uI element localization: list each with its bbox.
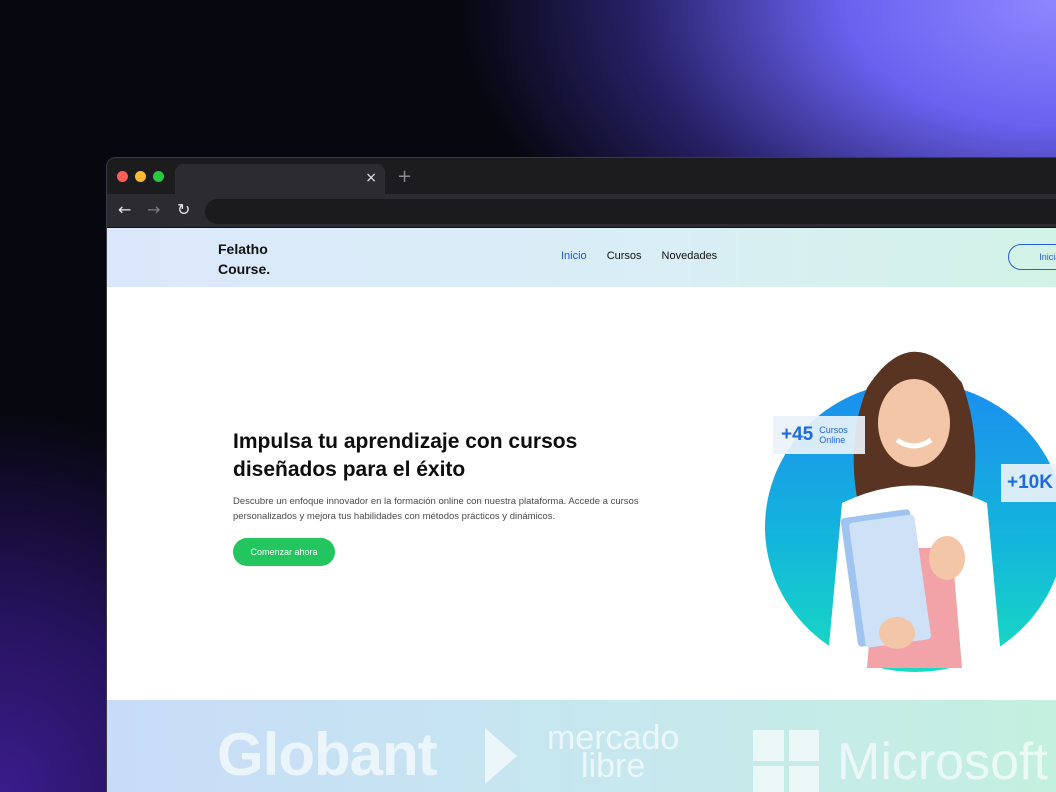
mercadolibre-logo: mercado libre xyxy=(547,721,679,783)
mercadolibre-line-2: libre xyxy=(581,747,646,785)
microsoft-logo: Microsoft xyxy=(837,733,1048,791)
login-button[interactable]: Iniciar Se xyxy=(1008,244,1056,270)
logo-line-2: Course. xyxy=(218,261,271,277)
page-viewport: Felatho Course. Inicio Cursos Novedades … xyxy=(107,228,1056,792)
site-header: Felatho Course. Inicio Cursos Novedades … xyxy=(107,228,1056,287)
reload-icon[interactable]: ↻ xyxy=(177,200,190,219)
globant-arrow-icon xyxy=(485,728,517,784)
maximize-window-button[interactable] xyxy=(153,171,164,182)
close-icon[interactable]: × xyxy=(365,170,377,186)
hero-title: Impulsa tu aprendizaje con cursos diseña… xyxy=(233,430,578,481)
stat-courses-label-line1: Cursos xyxy=(819,425,848,435)
start-now-button[interactable]: Comenzar ahora xyxy=(233,538,335,566)
stat-courses-number: +45 xyxy=(781,424,814,445)
nav-item-inicio[interactable]: Inicio xyxy=(561,250,587,262)
nav-item-cursos[interactable]: Cursos xyxy=(607,250,642,262)
url-input[interactable] xyxy=(205,199,1056,224)
main-nav: Inicio Cursos Novedades xyxy=(561,250,717,262)
forward-arrow-icon[interactable]: → xyxy=(147,200,160,219)
close-window-button[interactable] xyxy=(117,171,128,182)
address-bar: ← → ↻ xyxy=(107,194,1056,228)
stat-courses-label: Cursos Online xyxy=(819,425,848,445)
stat-courses-label-line2: Online xyxy=(819,435,846,445)
logo-line-1: Felatho xyxy=(218,241,268,257)
stat-students-badge: +10K xyxy=(1001,464,1056,502)
new-tab-button[interactable]: + xyxy=(397,166,412,187)
back-arrow-icon[interactable]: ← xyxy=(118,200,131,219)
nav-item-novedades[interactable]: Novedades xyxy=(662,250,718,262)
browser-tab[interactable]: × xyxy=(175,164,385,194)
brands-strip: Globant mercado libre Microsoft xyxy=(107,700,1056,792)
microsoft-windows-icon xyxy=(753,730,819,792)
minimize-window-button[interactable] xyxy=(135,171,146,182)
stat-students-number: +10K xyxy=(1007,472,1053,493)
browser-window: × + ← → ↻ Felatho Course. Inicio Cursos … xyxy=(106,157,1056,792)
stat-courses-badge: +45 Cursos Online xyxy=(773,416,865,454)
hero-description: Descubre un enfoque innovador en la form… xyxy=(233,496,639,522)
tab-bar: × + xyxy=(107,158,1056,194)
globant-logo: Globant xyxy=(217,721,438,788)
site-logo[interactable]: Felatho Course. xyxy=(218,239,270,279)
student-photo xyxy=(827,351,1002,668)
